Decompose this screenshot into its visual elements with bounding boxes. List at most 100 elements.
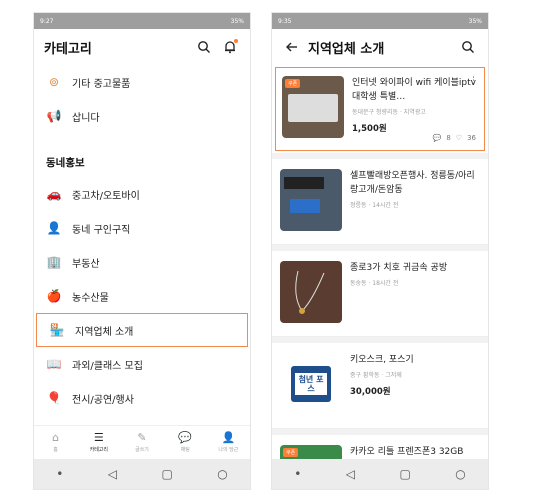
- pos-logo-text: 첨년 포스: [295, 373, 327, 395]
- list-item[interactable]: 셀프빨래방오픈행사. 정릉동/아리랑고개/돈암동 정릉동 · 14시간 전: [272, 159, 488, 245]
- nav-label: 채팅: [180, 447, 190, 453]
- nav-category[interactable]: ☰ 카테고리: [77, 426, 120, 459]
- search-icon[interactable]: [194, 37, 214, 57]
- item-thumbnail: [280, 261, 342, 323]
- item-location: 정릉동 · 14시간 전: [350, 202, 399, 209]
- back-triangle-icon[interactable]: ◁: [108, 467, 117, 481]
- category-label: 동네 구인구직: [72, 224, 131, 236]
- apple-icon: 🍎: [46, 289, 62, 303]
- category-item-local-business[interactable]: 🏪 지역업체 소개: [36, 313, 248, 347]
- menu-icon: ☰: [93, 431, 104, 444]
- coupon-badge: 쿠폰: [285, 79, 301, 88]
- category-item-realestate[interactable]: 🏢 부동산: [34, 245, 250, 279]
- coupon-badge: 쿠폰: [283, 448, 299, 457]
- nav-my[interactable]: 👤 나의 당근: [207, 426, 250, 459]
- item-thumbnail: [280, 169, 342, 231]
- back-triangle-icon[interactable]: ◁: [346, 467, 355, 481]
- category-item-produce[interactable]: 🍎 농수산물: [34, 279, 250, 313]
- chat-icon: 💬: [178, 431, 193, 444]
- item-price: 30,000원: [350, 387, 391, 397]
- ring-icon: ⊚: [48, 75, 60, 89]
- user-icon: 👤: [221, 431, 236, 444]
- pencil-icon: ✎: [137, 431, 147, 444]
- category-item-cars[interactable]: 🚗 중고차/오토바이: [34, 177, 250, 211]
- megaphone-icon: 📢: [46, 109, 62, 123]
- page-title: 지역업체 소개: [308, 41, 385, 57]
- chat-icon: 💬: [432, 134, 442, 142]
- book-icon: 📖: [46, 357, 62, 371]
- status-time: 9:27: [40, 17, 54, 25]
- local-business-screen: 9:35 35% 지역업체 소개 쿠폰 인터넷 와이파이 wifi 케이블ipt…: [271, 12, 489, 490]
- balloon-icon: 🎈: [46, 391, 62, 405]
- more-options-icon[interactable]: ⋮: [469, 76, 478, 86]
- category-label: 전시/공연/행사: [72, 394, 134, 406]
- building-icon: 🏢: [46, 255, 62, 269]
- item-location: 동대문구 청량리동 · 지역광고: [352, 109, 426, 116]
- category-label: 농수산물: [72, 292, 109, 304]
- category-list-top: ⊚ 기타 중고물품 📢 삽니다: [34, 65, 250, 133]
- item-title: 셀프빨래방오픈행사. 정릉동/아리랑고개/돈암동: [350, 171, 475, 195]
- category-label: 중고차/오토바이: [72, 190, 140, 202]
- item-location: 동숭동 · 18시간 전: [350, 280, 399, 287]
- heart-icon: ♡: [455, 134, 463, 142]
- notification-dot: [234, 39, 238, 43]
- status-bar: 9:35 35%: [272, 13, 488, 29]
- category-item-events[interactable]: 🎈 전시/공연/행사: [34, 381, 250, 415]
- home-icon: ⌂: [52, 431, 60, 444]
- nav-label: 나의 당근: [218, 447, 239, 453]
- category-list: 🚗 중고차/오토바이 👤 동네 구인구직 🏢 부동산 🍎 농수산물 🏪 지역업체…: [34, 177, 250, 415]
- home-square-icon[interactable]: ▢: [161, 467, 172, 481]
- home-square-icon[interactable]: ▢: [399, 467, 410, 481]
- category-label: 삽니다: [72, 112, 100, 124]
- section-title: 동네홍보: [46, 156, 85, 169]
- status-battery: 35%: [230, 17, 244, 25]
- person-icon: 👤: [46, 221, 62, 235]
- page-title: 카테고리: [44, 41, 92, 57]
- item-title: 키오스크, 포스기: [350, 355, 414, 365]
- nav-write[interactable]: ✎ 글쓰기: [120, 426, 163, 459]
- list-item[interactable]: 쿠폰 인터넷 와이파이 wifi 케이블iptv 대학생 특별… 동대문구 청량…: [275, 67, 485, 151]
- system-nav-bar: • ◁ ▢ ○: [272, 459, 488, 489]
- status-bar: 9:27 35%: [34, 13, 250, 29]
- status-battery: 35%: [468, 17, 482, 25]
- category-label: 부동산: [72, 258, 100, 270]
- search-icon[interactable]: [458, 37, 478, 57]
- business-list: 쿠폰 인터넷 와이파이 wifi 케이블iptv 대학생 특별… 동대문구 청량…: [272, 65, 488, 459]
- like-count: 36: [467, 134, 476, 142]
- item-title: 인터넷 와이파이 wifi 케이블iptv 대학생 특별…: [352, 78, 476, 102]
- nav-label: 홈: [53, 447, 58, 453]
- nav-home[interactable]: ⌂ 홈: [34, 426, 77, 459]
- list-item[interactable]: 첨년 포스 키오스크, 포스기 중구 황학동 · 그저께 30,000원: [272, 343, 488, 429]
- top-bar: 지역업체 소개: [272, 29, 488, 65]
- item-title: 카카오 리틀 프렌즈폰3 32GB: [350, 447, 464, 457]
- circle-icon[interactable]: ○: [455, 467, 465, 481]
- system-nav-bar: • ◁ ▢ ○: [34, 459, 250, 489]
- category-item-jobs[interactable]: 👤 동네 구인구직: [34, 211, 250, 245]
- nav-label: 카테고리: [89, 447, 108, 453]
- category-label: 과외/클래스 모집: [72, 360, 143, 372]
- store-icon: 🏪: [49, 323, 65, 337]
- dot-icon[interactable]: •: [294, 467, 301, 481]
- dot-icon[interactable]: •: [56, 467, 63, 481]
- bottom-nav: ⌂ 홈 ☰ 카테고리 ✎ 글쓰기 💬 채팅 👤 나의 당근: [34, 425, 250, 459]
- category-item-classes[interactable]: 📖 과외/클래스 모집: [34, 347, 250, 381]
- list-item[interactable]: 종로3가 치호 귀금속 공방 동숭동 · 18시간 전: [272, 251, 488, 337]
- item-thumbnail: 쿠폰: [280, 445, 342, 459]
- category-label: 지역업체 소개: [75, 326, 134, 338]
- category-label: 기타 중고물품: [72, 78, 131, 90]
- chat-count: 8: [446, 134, 451, 142]
- nav-label: 글쓰기: [135, 447, 149, 453]
- circle-icon[interactable]: ○: [217, 467, 227, 481]
- item-price: 1,500원: [352, 124, 387, 134]
- item-thumbnail: 쿠폰: [282, 76, 344, 138]
- category-screen: 9:27 35% 카테고리 ⊚ 기타 중고물품 📢 삽니다 동네홍보 🚗 중고차…: [33, 12, 251, 490]
- back-arrow-icon[interactable]: [282, 37, 302, 57]
- category-item-buy[interactable]: 📢 삽니다: [34, 99, 250, 133]
- car-icon: 🚗: [46, 187, 62, 201]
- category-item-etc[interactable]: ⊚ 기타 중고물품: [34, 65, 250, 99]
- top-bar: 카테고리: [34, 29, 250, 65]
- list-item[interactable]: 쿠폰 카카오 리틀 프렌즈폰3 32GB: [272, 435, 488, 459]
- bell-icon[interactable]: [220, 37, 240, 57]
- item-location: 중구 황학동 · 그저께: [350, 372, 402, 379]
- nav-chat[interactable]: 💬 채팅: [164, 426, 207, 459]
